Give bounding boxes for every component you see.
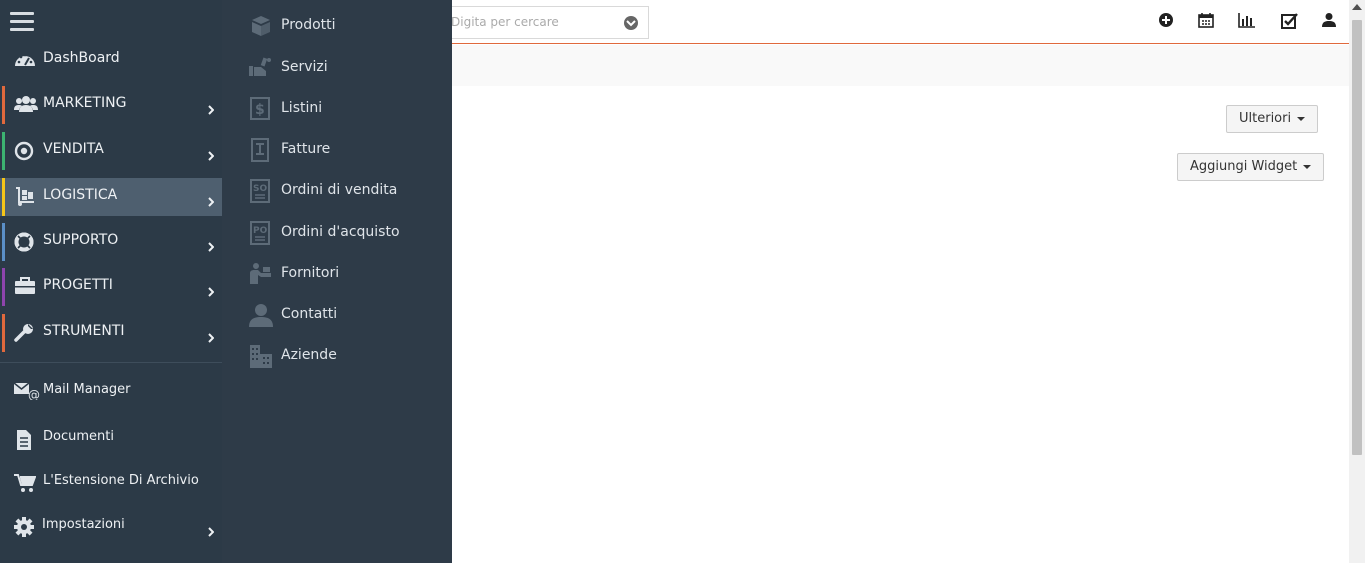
sidebar: DashBoard MARKETING VENDITA LOGISTICA SU… <box>0 0 222 563</box>
chevron-right-icon <box>208 282 215 297</box>
svg-text:$: $ <box>255 102 265 118</box>
po-badge: PO <box>253 226 268 236</box>
sidebar-item-impostazioni[interactable]: Impostazioni <box>0 508 222 546</box>
sidebar-item-label: Documenti <box>43 429 114 444</box>
calendar-icon[interactable] <box>1198 12 1218 32</box>
sidebar-item-label: SUPPORTO <box>43 232 119 248</box>
submenu-item-label: Fornitori <box>281 265 340 281</box>
sidebar-item-archive-extension[interactable]: L'Estensione Di Archivio <box>0 464 222 502</box>
scroll-up-arrow-icon[interactable] <box>1352 4 1362 10</box>
submenu-item-label: Listini <box>281 100 323 116</box>
submenu-item-fatture[interactable]: Fatture <box>222 135 452 165</box>
chevron-right-icon <box>208 100 215 115</box>
building-icon <box>249 344 273 368</box>
accent-bar <box>2 223 5 261</box>
accent-bar <box>2 314 5 352</box>
invoice-icon <box>249 138 273 162</box>
sales-order-icon: SO <box>249 179 273 203</box>
sidebar-item-documenti[interactable]: Documenti <box>0 420 222 458</box>
dolly-icon <box>14 187 36 207</box>
sidebar-item-label: L'Estensione Di Archivio <box>43 473 199 488</box>
gear-icon <box>14 517 36 537</box>
global-search[interactable] <box>420 6 649 39</box>
accent-bar <box>2 86 5 124</box>
sidebar-item-logistica[interactable]: LOGISTICA <box>0 178 222 216</box>
caret-down-icon <box>1297 116 1306 121</box>
submenu-item-label: Servizi <box>281 59 328 75</box>
submenu-item-servizi[interactable]: Servizi <box>222 53 452 83</box>
sidebar-item-marketing[interactable]: MARKETING <box>0 86 222 124</box>
purchase-order-icon: PO <box>249 221 273 245</box>
cart-icon <box>14 473 37 493</box>
sidebar-item-label: DashBoard <box>43 50 120 66</box>
chevron-down-icon[interactable] <box>624 16 638 30</box>
sidebar-item-label: MARKETING <box>43 95 127 111</box>
logistica-submenu: Prodotti Servizi $ Listini Fatture SO Or… <box>222 0 452 563</box>
search-input[interactable] <box>449 14 618 30</box>
scroll-thumb[interactable] <box>1352 20 1362 455</box>
chevron-right-icon <box>208 522 215 537</box>
box-icon <box>249 14 273 38</box>
sidebar-divider <box>0 362 222 363</box>
submenu-item-aziende[interactable]: Aziende <box>222 341 452 371</box>
sidebar-item-label: STRUMENTI <box>43 323 125 339</box>
sidebar-item-dashboard[interactable]: DashBoard <box>0 41 222 79</box>
contact-icon <box>249 303 273 327</box>
sidebar-item-strumenti[interactable]: STRUMENTI <box>0 314 222 352</box>
sidebar-item-mail-manager[interactable]: @ Mail Manager <box>0 373 222 411</box>
more-dropdown-button[interactable]: Ulteriori <box>1226 105 1319 133</box>
wrench-icon <box>14 323 36 343</box>
submenu-item-label: Contatti <box>281 306 338 322</box>
submenu-item-label: Ordini di vendita <box>281 182 398 198</box>
submenu-item-fornitori[interactable]: Fornitori <box>222 259 452 289</box>
accent-bar <box>2 268 5 306</box>
submenu-item-prodotti[interactable]: Prodotti <box>222 11 452 41</box>
accent-bar <box>2 178 5 216</box>
add-widget-label: Aggiungi Widget <box>1190 159 1298 174</box>
document-icon <box>14 429 36 450</box>
sidebar-item-progetti[interactable]: PROGETTI <box>0 268 222 306</box>
check-square-icon[interactable] <box>1281 12 1301 32</box>
hamburger-menu-icon[interactable] <box>10 12 34 32</box>
sidebar-item-supporto[interactable]: SUPPORTO <box>0 223 222 261</box>
chevron-right-icon <box>208 237 215 252</box>
price-list-icon: $ <box>249 97 273 121</box>
submenu-item-ordini-acquisto[interactable]: PO Ordini d'acquisto <box>222 218 452 248</box>
bar-chart-icon[interactable] <box>1238 12 1258 32</box>
svg-text:@: @ <box>28 388 40 400</box>
chevron-right-icon <box>208 192 215 207</box>
sidebar-item-label: VENDITA <box>43 141 104 157</box>
submenu-item-label: Aziende <box>281 347 337 363</box>
so-badge: SO <box>253 184 267 194</box>
user-icon[interactable] <box>1322 12 1342 32</box>
life-ring-icon <box>14 232 36 252</box>
service-hand-icon <box>249 56 273 80</box>
sidebar-item-vendita[interactable]: VENDITA <box>0 132 222 170</box>
users-icon <box>14 95 38 115</box>
sidebar-item-label: PROGETTI <box>43 277 113 293</box>
submenu-item-ordini-vendita[interactable]: SO Ordini di vendita <box>222 176 452 206</box>
submenu-item-listini[interactable]: $ Listini <box>222 94 452 124</box>
submenu-item-label: Fatture <box>281 141 331 157</box>
caret-down-icon <box>1303 164 1312 169</box>
chevron-right-icon <box>208 328 215 343</box>
briefcase-icon <box>14 277 36 297</box>
vendor-icon <box>249 262 273 286</box>
submenu-item-contatti[interactable]: Contatti <box>222 300 452 330</box>
chevron-right-icon <box>208 146 215 161</box>
more-dropdown-label: Ulteriori <box>1239 111 1292 126</box>
accent-bar <box>2 132 5 170</box>
page-scrollbar[interactable] <box>1349 0 1365 563</box>
submenu-item-label: Prodotti <box>281 17 336 33</box>
add-widget-button[interactable]: Aggiungi Widget <box>1177 153 1325 181</box>
mail-at-icon: @ <box>13 382 40 402</box>
sidebar-item-label: LOGISTICA <box>43 187 118 203</box>
target-icon <box>14 141 36 161</box>
submenu-item-label: Ordini d'acquisto <box>281 224 400 240</box>
plus-circle-icon[interactable] <box>1158 12 1178 32</box>
dashboard-icon <box>14 50 36 70</box>
sidebar-item-label: Mail Manager <box>43 382 131 397</box>
sidebar-item-label: Impostazioni <box>42 517 125 532</box>
